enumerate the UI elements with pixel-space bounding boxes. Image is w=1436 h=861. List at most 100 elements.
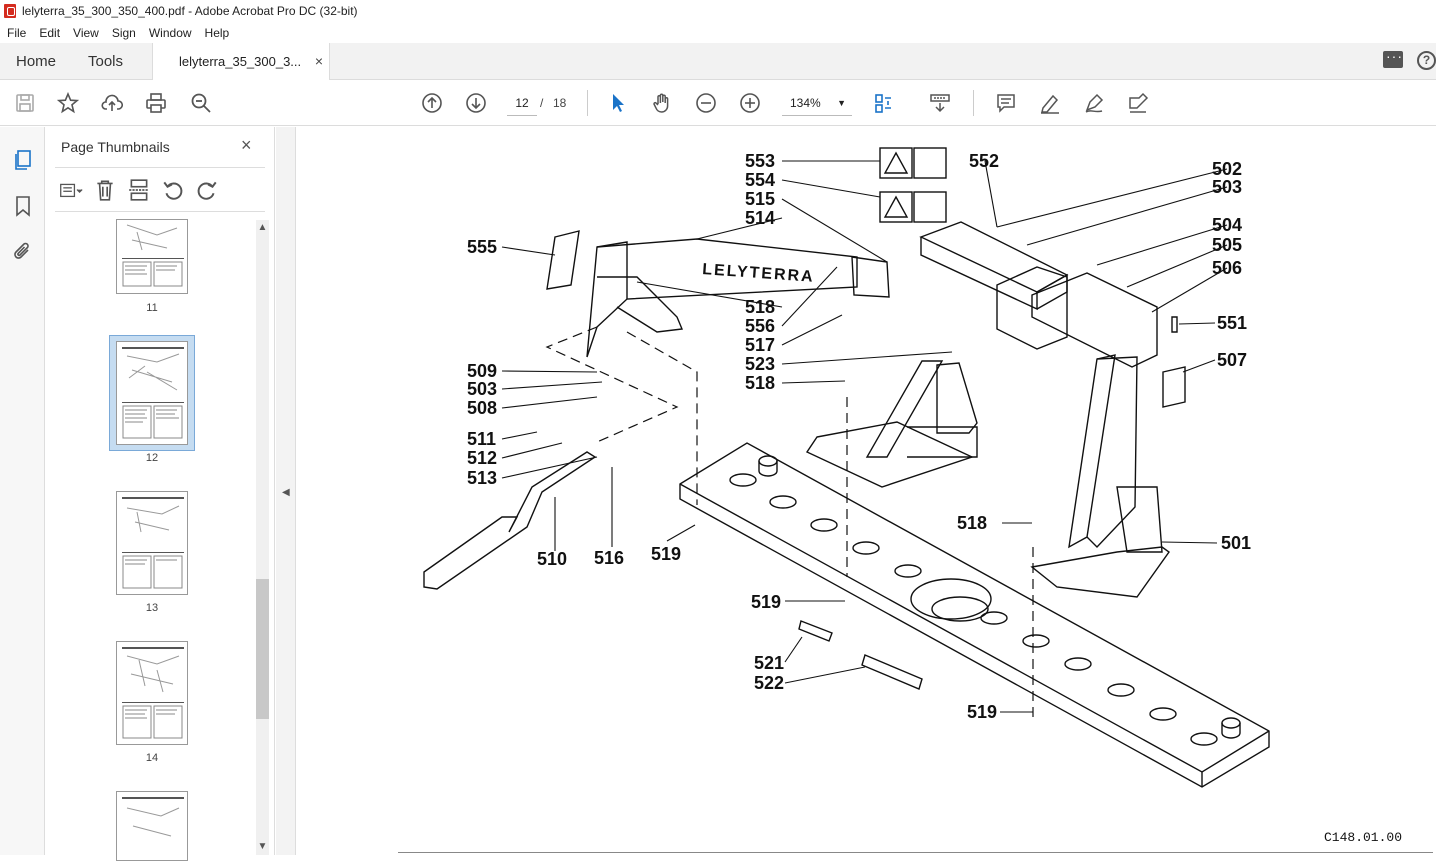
delete-trash-icon[interactable] bbox=[93, 179, 117, 201]
page-thumbnail[interactable] bbox=[116, 491, 188, 595]
callout-513: 513 bbox=[467, 468, 497, 488]
callout-553: 553 bbox=[745, 151, 775, 171]
rotate-clockwise-icon[interactable] bbox=[195, 179, 219, 201]
zoom-level-select[interactable]: 134% ▼ bbox=[782, 90, 852, 116]
callout-506: 506 bbox=[1212, 258, 1242, 278]
callout-519: 519 bbox=[751, 592, 781, 612]
callout-518: 518 bbox=[745, 373, 775, 393]
tab-tools[interactable]: Tools bbox=[88, 53, 123, 70]
insert-page-icon[interactable] bbox=[127, 179, 151, 201]
callout-519: 519 bbox=[651, 544, 681, 564]
panel-splitter[interactable]: ◀ bbox=[276, 127, 296, 855]
tab-home[interactable]: Home bbox=[16, 53, 56, 70]
bookmarks-icon[interactable] bbox=[12, 195, 34, 217]
callout-522: 522 bbox=[754, 673, 784, 693]
title-bar: lelyterra_35_300_350_400.pdf - Adobe Acr… bbox=[0, 0, 1436, 22]
callout-521: 521 bbox=[754, 653, 784, 673]
options-menu-icon[interactable] bbox=[59, 179, 83, 201]
print-icon[interactable] bbox=[144, 91, 168, 115]
callout-516: 516 bbox=[594, 548, 624, 568]
callout-507: 507 bbox=[1217, 350, 1247, 370]
tab-close-icon[interactable]: × bbox=[315, 53, 323, 69]
callout-502: 502 bbox=[1212, 159, 1242, 179]
collapse-panel-arrow-icon[interactable]: ◀ bbox=[282, 487, 290, 498]
thumbnail-page-number: 12 bbox=[145, 452, 159, 464]
page-number-input[interactable]: 12 bbox=[507, 90, 537, 116]
thumbnail-page-number: 13 bbox=[145, 602, 159, 614]
page-separator: / bbox=[540, 96, 544, 110]
next-page-icon[interactable] bbox=[464, 91, 488, 115]
callout-501: 501 bbox=[1221, 533, 1251, 553]
document-view[interactable]: LELYTERRA 553 554 515 514 555 518 556 51… bbox=[297, 127, 1436, 855]
callout-554: 554 bbox=[745, 170, 775, 190]
comment-bubble-icon[interactable] bbox=[1383, 48, 1403, 68]
scroll-up-arrow-icon[interactable]: ▲ bbox=[256, 222, 269, 233]
menu-window[interactable]: Window bbox=[142, 26, 198, 40]
save-icon[interactable] bbox=[13, 91, 37, 115]
callout-503: 503 bbox=[1212, 177, 1242, 197]
scrollbar-track[interactable] bbox=[256, 220, 269, 855]
scroll-down-arrow-icon[interactable]: ▼ bbox=[256, 841, 269, 852]
toolbar-divider bbox=[587, 90, 588, 116]
callout-512: 512 bbox=[467, 448, 497, 468]
callout-503: 503 bbox=[467, 379, 497, 399]
page-thumbnail[interactable] bbox=[116, 341, 188, 445]
callout-518: 518 bbox=[745, 297, 775, 317]
page-thumbnails-icon[interactable] bbox=[12, 149, 34, 171]
highlight-pen-icon[interactable] bbox=[1038, 91, 1062, 115]
tab-document-label: lelyterra_35_300_3... bbox=[179, 54, 302, 69]
read-mode-icon[interactable] bbox=[928, 91, 952, 115]
tab-document[interactable]: lelyterra_35_300_3... × bbox=[152, 43, 330, 80]
callout-523: 523 bbox=[745, 354, 775, 374]
exploded-parts-drawing: LELYTERRA 553 554 515 514 555 518 556 51… bbox=[423, 147, 1402, 845]
comment-icon[interactable] bbox=[994, 91, 1018, 115]
page-thumbnail[interactable] bbox=[116, 791, 188, 861]
draw-pen-icon[interactable] bbox=[1082, 91, 1106, 115]
edit-sign-icon[interactable] bbox=[1126, 91, 1150, 115]
menu-help[interactable]: Help bbox=[198, 26, 236, 40]
callout-509: 509 bbox=[467, 361, 497, 381]
menu-edit[interactable]: Edit bbox=[32, 26, 66, 40]
callout-552: 552 bbox=[969, 151, 999, 171]
attachments-paperclip-icon[interactable] bbox=[12, 241, 34, 263]
help-icon[interactable]: ? bbox=[1417, 51, 1436, 70]
cloud-upload-icon[interactable] bbox=[100, 91, 124, 115]
callout-514: 514 bbox=[745, 208, 775, 228]
toolbar-divider bbox=[973, 90, 974, 116]
scrollbar-thumb[interactable] bbox=[256, 579, 269, 719]
menu-sign[interactable]: Sign bbox=[105, 26, 142, 40]
menu-file[interactable]: File bbox=[0, 26, 32, 40]
thumbnail-toolbar bbox=[59, 177, 219, 203]
panel-title: Page Thumbnails bbox=[61, 139, 170, 155]
left-navigation-rail bbox=[0, 127, 45, 855]
page-thumbnail[interactable] bbox=[116, 641, 188, 745]
window-title: lelyterra_35_300_350_400.pdf - Adobe Acr… bbox=[22, 4, 358, 18]
callout-518: 518 bbox=[957, 513, 987, 533]
callout-515: 515 bbox=[745, 189, 775, 209]
callout-510: 510 bbox=[537, 549, 567, 569]
menu-bar: File Edit View Sign Window Help bbox=[0, 22, 1436, 43]
previous-page-icon[interactable] bbox=[420, 91, 444, 115]
page-bottom-edge bbox=[398, 852, 1433, 853]
main-toolbar: 12 / 18 134% ▼ bbox=[0, 80, 1436, 126]
menu-view[interactable]: View bbox=[66, 26, 105, 40]
close-icon[interactable]: × bbox=[241, 135, 252, 156]
select-cursor-icon[interactable] bbox=[606, 91, 630, 115]
page-thumbnail[interactable] bbox=[116, 219, 188, 294]
zoom-out-icon[interactable] bbox=[694, 91, 718, 115]
callout-504: 504 bbox=[1212, 215, 1242, 235]
zoom-in-icon[interactable] bbox=[738, 91, 762, 115]
figure-code: C148.01.00 bbox=[1324, 830, 1402, 845]
page-fit-icon[interactable] bbox=[872, 91, 896, 115]
callout-519: 519 bbox=[967, 702, 997, 722]
callout-511: 511 bbox=[467, 429, 496, 449]
zoom-search-icon[interactable] bbox=[189, 91, 213, 115]
pdf-file-icon bbox=[4, 4, 16, 18]
callout-505: 505 bbox=[1212, 235, 1242, 255]
rotate-counterclockwise-icon[interactable] bbox=[161, 179, 185, 201]
hand-tool-icon[interactable] bbox=[650, 91, 674, 115]
tab-bar: Home Tools lelyterra_35_300_3... × ? bbox=[0, 43, 1436, 80]
callout-508: 508 bbox=[467, 398, 497, 418]
bookmark-star-icon[interactable] bbox=[56, 91, 80, 115]
divider bbox=[55, 167, 265, 168]
